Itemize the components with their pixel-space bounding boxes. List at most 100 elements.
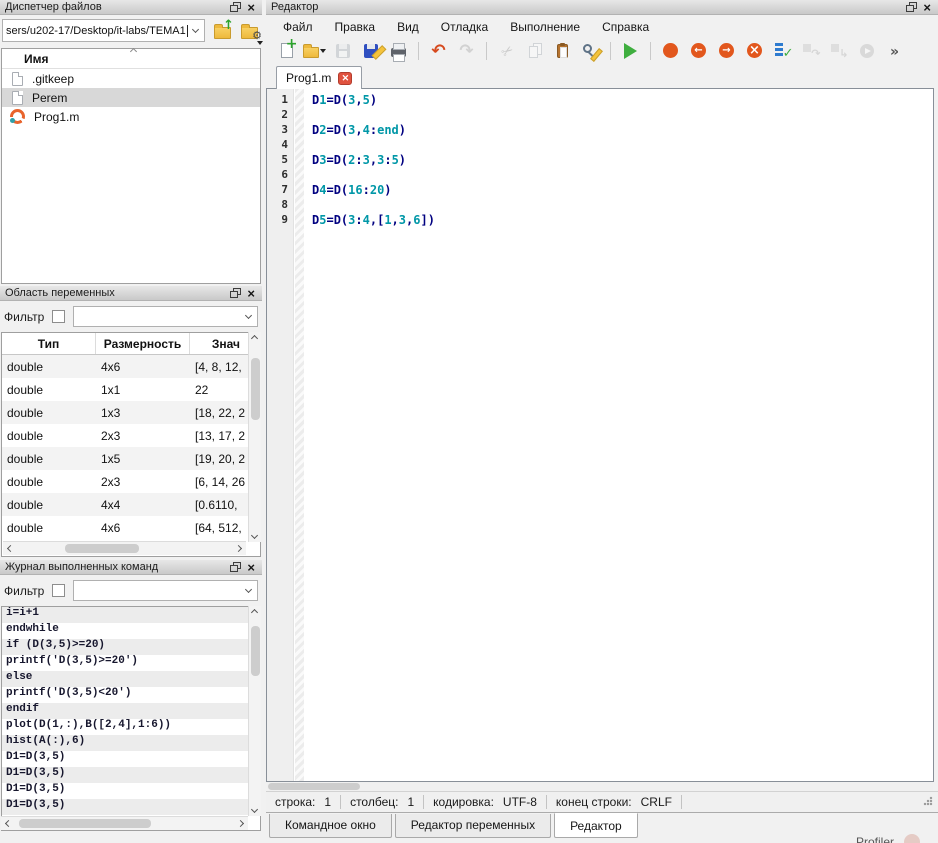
horizontal-scrollbar[interactable] <box>3 541 246 555</box>
close-icon[interactable]: × <box>247 561 255 574</box>
menu-item[interactable]: Отладка <box>430 17 499 37</box>
find-replace-button[interactable] <box>578 39 603 63</box>
history-item[interactable]: hist(A(:),6) <box>2 735 260 751</box>
redo-button[interactable] <box>454 39 479 63</box>
history-item[interactable]: printf('D(3,5)>=20') <box>2 655 260 671</box>
step-out-button[interactable] <box>826 39 851 63</box>
cut-button[interactable] <box>494 39 519 63</box>
remove-breakpoints-button[interactable] <box>742 39 767 63</box>
current-directory-combo[interactable]: sers/u202-17/Desktop/it-labs/TEMA1 <box>2 19 205 42</box>
menu-item[interactable]: Выполнение <box>499 17 591 37</box>
main-tab[interactable]: Редактор переменных <box>395 814 551 838</box>
code-line[interactable]: D1=D(3,5) <box>312 93 933 108</box>
scroll-down-icon[interactable] <box>251 806 258 813</box>
code-area[interactable]: D1=D(3,5) D2=D(3,4:end) D3=D(2:3,3:5) D4=D(… <box>304 89 933 781</box>
table-row[interactable]: double1x3[18, 22, 2 <box>2 401 260 424</box>
scrollbar-thumb[interactable] <box>19 819 151 828</box>
scrollbar-thumb[interactable] <box>268 783 360 790</box>
chevron-down-icon[interactable] <box>245 311 252 318</box>
history-item[interactable]: if (D(3,5)>=20) <box>2 639 260 655</box>
next-breakpoint-button[interactable] <box>714 39 739 63</box>
step-button[interactable] <box>798 39 823 63</box>
table-row[interactable]: double4x6[4, 8, 12, <box>2 355 260 378</box>
undock-icon[interactable] <box>230 565 238 572</box>
undock-icon[interactable] <box>230 291 238 298</box>
history-item[interactable]: i=i+1 <box>2 607 260 623</box>
browser-actions-button[interactable]: ⚙ <box>236 19 262 43</box>
scroll-up-icon[interactable] <box>251 609 258 616</box>
resize-grip[interactable] <box>923 796 933 806</box>
history-item[interactable]: D1=D(3,5) <box>2 751 260 767</box>
new-script-button[interactable] <box>274 39 299 63</box>
history-item[interactable]: D1=D(3,5) <box>2 767 260 783</box>
table-row[interactable]: double1x122 <box>2 378 260 401</box>
history-item[interactable]: endwhile <box>2 623 260 639</box>
scrollbar-thumb[interactable] <box>251 626 260 676</box>
scroll-right-icon[interactable] <box>237 820 244 827</box>
prev-breakpoint-button[interactable] <box>686 39 711 63</box>
code-line[interactable]: D2=D(3,4:end) <box>312 123 933 138</box>
scrollbar-thumb[interactable] <box>65 544 139 553</box>
scroll-left-icon[interactable] <box>5 820 12 827</box>
table-row[interactable]: double4x6[64, 512, <box>2 516 260 539</box>
open-file-button[interactable] <box>302 39 327 63</box>
toggle-breakpoint-button[interactable] <box>658 39 683 63</box>
file-row[interactable]: .gitkeep <box>2 69 260 88</box>
undock-icon[interactable] <box>230 5 238 12</box>
vertical-scrollbar[interactable] <box>248 332 261 542</box>
history-item[interactable]: D1=D(3,5) <box>2 799 260 815</box>
breakpoint-condition-button[interactable] <box>770 39 795 63</box>
filter-combo[interactable] <box>73 306 258 327</box>
file-row[interactable]: Prog1.m <box>2 107 260 126</box>
code-line[interactable] <box>312 198 933 213</box>
line-number-gutter[interactable]: 123456789 <box>267 89 294 781</box>
scroll-right-icon[interactable] <box>235 545 242 552</box>
filter-checkbox[interactable] <box>52 584 65 597</box>
print-button[interactable] <box>386 39 411 63</box>
code-line[interactable] <box>312 168 933 183</box>
history-item[interactable]: plot(D(1,:),B([2,4],1:6)) <box>2 719 260 735</box>
scroll-up-icon[interactable] <box>251 335 258 342</box>
code-line[interactable]: D3=D(2:3,3:5) <box>312 153 933 168</box>
main-tab[interactable]: Командное окно <box>269 814 392 838</box>
scroll-left-icon[interactable] <box>7 545 14 552</box>
menu-item[interactable]: Вид <box>386 17 430 37</box>
name-column-header[interactable]: Имя <box>2 49 260 69</box>
copy-button[interactable] <box>522 39 547 63</box>
close-icon[interactable]: × <box>247 1 255 14</box>
file-row[interactable]: Perem <box>2 88 260 107</box>
undock-icon[interactable] <box>906 5 914 12</box>
close-icon[interactable]: × <box>923 1 931 14</box>
code-line[interactable] <box>312 138 933 153</box>
breakpoint-margin[interactable] <box>295 89 304 781</box>
vertical-scrollbar[interactable] <box>248 606 261 816</box>
column-header[interactable]: Размерность <box>96 333 190 354</box>
table-row[interactable]: double4x4[0.6110, <box>2 493 260 516</box>
code-line[interactable] <box>312 108 933 123</box>
menu-item[interactable]: Справка <box>591 17 660 37</box>
undo-button[interactable] <box>426 39 451 63</box>
one-directory-up-button[interactable]: ↑ <box>209 19 235 43</box>
code-editor[interactable]: 123456789 D1=D(3,5) D2=D(3,4:end) D3=D(2:3… <box>266 88 934 782</box>
run-selection-button[interactable] <box>854 39 879 63</box>
editor-horizontal-scrollbar[interactable] <box>267 782 933 791</box>
chevron-down-icon[interactable] <box>192 25 199 32</box>
scrollbar-thumb[interactable] <box>251 358 260 420</box>
chevron-down-icon[interactable] <box>245 585 252 592</box>
history-item[interactable]: D1=D(3,5) <box>2 783 260 799</box>
tab-close-icon[interactable]: ✕ <box>338 72 352 85</box>
code-line[interactable]: D5=D(3:4,[1,3,6]) <box>312 213 933 228</box>
scroll-down-icon[interactable] <box>251 532 258 539</box>
history-item[interactable]: printf('D(3,5)<20') <box>2 687 260 703</box>
paste-button[interactable] <box>550 39 575 63</box>
save-file-button[interactable] <box>330 39 355 63</box>
horizontal-scrollbar[interactable] <box>1 816 248 830</box>
run-button[interactable] <box>618 39 643 63</box>
code-line[interactable]: D4=D(16:20) <box>312 183 933 198</box>
filter-combo[interactable] <box>73 580 258 601</box>
menu-item[interactable]: Файл <box>272 17 324 37</box>
editor-tab-prog1[interactable]: Prog1.m ✕ <box>276 66 362 89</box>
save-file-as-button[interactable] <box>358 39 383 63</box>
menu-item[interactable]: Правка <box>324 17 387 37</box>
main-tab[interactable]: Редактор <box>554 813 638 838</box>
